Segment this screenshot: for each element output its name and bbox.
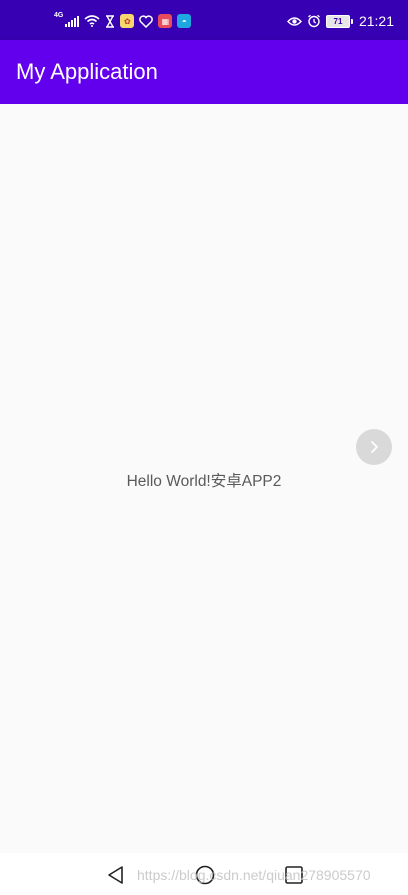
main-content: Hello World!安卓APP2 bbox=[0, 104, 408, 853]
battery-level: 71 bbox=[333, 16, 343, 26]
signal-icon bbox=[65, 15, 80, 27]
back-icon[interactable] bbox=[106, 865, 126, 885]
status-right-icons: 71 21:21 bbox=[286, 12, 394, 30]
chevron-right-icon bbox=[371, 441, 378, 453]
watermark-text: https://blog.csdn.net/qiuan278905570 bbox=[137, 867, 371, 883]
photo-app-icon: ◓ bbox=[177, 14, 192, 28]
app-bar: My Application bbox=[0, 40, 408, 104]
calendar-app-icon: ▦ bbox=[158, 14, 173, 28]
notification-app-icon: ✿ bbox=[120, 14, 135, 28]
app-title: My Application bbox=[16, 59, 158, 84]
heart-app-icon bbox=[139, 14, 154, 28]
battery-icon: 71 bbox=[325, 14, 353, 28]
hourglass-icon bbox=[106, 14, 115, 28]
status-bar: 4G ✿ ▦ ◓ 71 21:21 bbox=[0, 0, 408, 40]
side-arrow-button[interactable] bbox=[356, 429, 392, 465]
wifi-icon bbox=[84, 15, 100, 27]
alarm-icon bbox=[308, 14, 320, 28]
navigation-bar: https://blog.csdn.net/qiuan278905570 bbox=[0, 853, 408, 895]
clock: 21:21 bbox=[358, 13, 394, 29]
hello-text: Hello World!安卓APP2 bbox=[126, 473, 282, 490]
eye-icon bbox=[286, 16, 302, 26]
network-type-label: 4G bbox=[54, 12, 64, 19]
status-left-icons: 4G ✿ ▦ ◓ bbox=[54, 12, 192, 30]
